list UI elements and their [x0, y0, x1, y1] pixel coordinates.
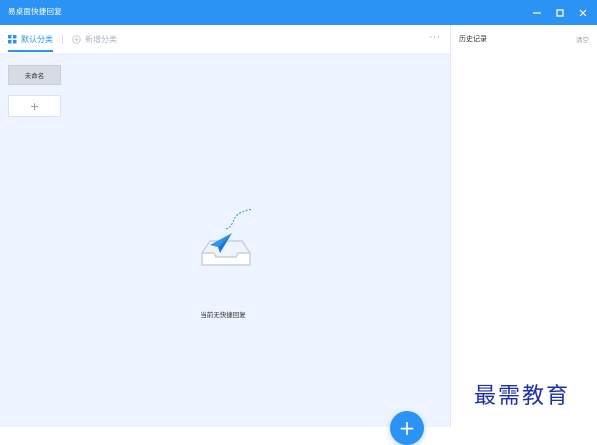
history-pane: 历史记录 清空 — [450, 25, 597, 427]
title-bar: 易桌面快捷回复 — [0, 0, 597, 25]
watermark-logo: 最需教育 — [474, 384, 571, 409]
window-title: 易桌面快捷回复 — [8, 7, 62, 16]
add-category-card[interactable]: + — [8, 95, 61, 117]
minimize-icon — [532, 11, 541, 14]
tab-new-label: 新增分类 — [85, 34, 117, 44]
close-button[interactable] — [571, 0, 594, 25]
category-tab-bar: 默认分类 新增分类 ··· — [0, 25, 450, 53]
empty-state-text: 当前无快捷回复 — [200, 311, 246, 319]
maximize-icon — [555, 8, 564, 17]
category-card[interactable]: 未命名 — [8, 65, 61, 85]
more-options-button[interactable]: ··· — [429, 33, 441, 43]
active-tab-indicator — [8, 50, 53, 52]
content-area: 未命名 + 当前无快捷回复 + — [0, 53, 450, 445]
plus-circle-icon — [72, 34, 81, 44]
main-pane: 默认分类 新增分类 ··· 未命名 + 当前无快捷回复 + — [0, 25, 450, 445]
tab-default-label: 默认分类 — [21, 34, 53, 44]
clear-history-button[interactable]: 清空 — [576, 34, 589, 44]
tab-default-category[interactable]: 默认分类 — [8, 25, 53, 53]
history-title: 历史记录 — [459, 35, 487, 43]
maximize-button[interactable] — [548, 0, 571, 25]
paper-plane-inbox-icon — [201, 208, 253, 266]
tab-divider — [62, 35, 63, 44]
add-reply-button[interactable]: + — [390, 411, 424, 445]
tab-add-category[interactable]: 新增分类 — [72, 25, 117, 53]
close-icon — [579, 9, 586, 16]
minimize-button[interactable] — [525, 0, 548, 25]
grid-icon — [8, 34, 17, 43]
